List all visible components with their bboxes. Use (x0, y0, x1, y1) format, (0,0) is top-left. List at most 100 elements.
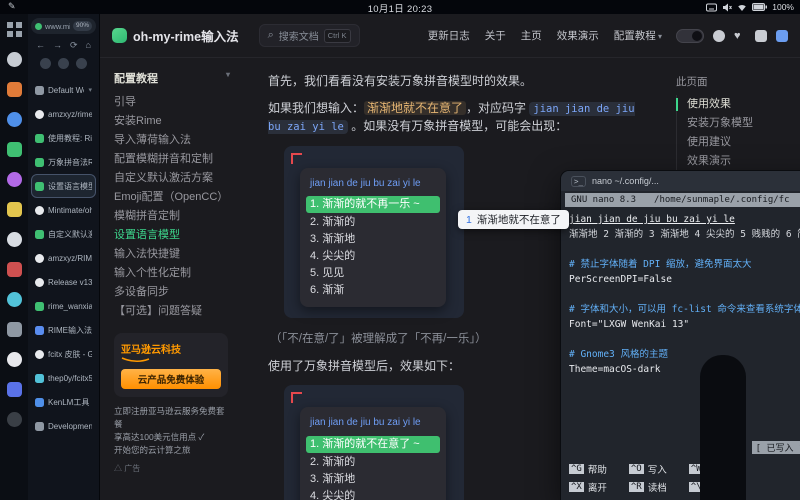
ime-candidate-selected: 1. 渐渐的就不在意了 ~ (306, 436, 440, 453)
terminal-window[interactable]: nano ~/.config/... GNU nano 8.3 /home/su… (560, 170, 800, 500)
nav-home[interactable]: 主页 (521, 28, 542, 43)
dock-app-icon[interactable] (7, 322, 22, 337)
dock-app-icon[interactable] (7, 292, 22, 307)
sidebar-item[interactable]: 导入薄荷输入法 (114, 131, 230, 150)
site-logo-icon (112, 28, 127, 43)
back-icon[interactable] (36, 40, 45, 51)
shortcut-label: 写入 (648, 462, 667, 476)
browser-tab[interactable]: Development an... (31, 414, 96, 438)
dock-app-icon[interactable] (7, 82, 22, 97)
config-line: Theme=macOS-dark (569, 362, 800, 377)
browser-tab[interactable]: KenLM工具 - 知... (31, 390, 96, 414)
chat-icon[interactable] (776, 30, 788, 42)
volume-muted-icon[interactable] (722, 3, 732, 12)
ime-candidate-window: jian jian de jiu bu zai yi le 1. 渐渐的就不在意… (300, 407, 446, 500)
dock-app-icon[interactable] (7, 412, 22, 427)
tab-title: 万象拼音法RIME... (48, 157, 92, 168)
sidebar-item[interactable]: 配置模糊拼音和定制 (114, 150, 230, 169)
nano-statusbar: [ 已写入 11 行 ] (752, 441, 800, 454)
search-button[interactable]: 搜索文档 Ctrl K (259, 24, 360, 47)
nav-demo[interactable]: 效果演示 (557, 28, 599, 43)
system-clock[interactable]: 10月1日 20:23 (368, 1, 433, 15)
dock-app-icon[interactable] (7, 142, 22, 157)
browser-tab[interactable]: Mintimate/oh-my... (31, 198, 96, 222)
profile-avatar[interactable] (40, 58, 51, 69)
browser-tab[interactable]: amzxyz/rime_wa... (31, 102, 96, 126)
sidebar-item[interactable]: Emoji配置（OpenCC） (114, 188, 230, 207)
sponsor-heart-icon[interactable] (734, 30, 746, 42)
reload-icon[interactable] (70, 40, 78, 51)
theme-toggle[interactable] (676, 29, 704, 43)
tab-favicon (35, 302, 44, 311)
dock-app-icon[interactable] (7, 262, 22, 277)
nav-about[interactable]: 关于 (485, 28, 506, 43)
tab-favicon (35, 326, 44, 335)
tab-title: Development an... (48, 422, 92, 431)
outline-item-active[interactable]: 使用效果 (687, 95, 800, 114)
extensions-icon[interactable] (58, 58, 69, 69)
network-icon[interactable] (737, 3, 747, 12)
docs-header: oh-my-rime输入法 搜索文档 Ctrl K 更新日志 关于 主页 效果演… (100, 14, 800, 58)
ime-candidate: 2. 渐渐的 (310, 454, 436, 471)
github-icon[interactable] (713, 30, 725, 42)
ime-candidate: 2. 渐渐的 (310, 214, 436, 231)
browser-tab[interactable]: rime_wanxiang/... (31, 294, 96, 318)
sidebar-item[interactable]: 输入个性化定制 (114, 264, 230, 283)
outline-item[interactable]: 使用建议 (687, 133, 800, 152)
outline-title: 此页面 (676, 74, 800, 89)
browser-tab-active[interactable]: 设置语言模型... (31, 174, 96, 198)
dock-app-icon[interactable] (7, 232, 22, 247)
tab-title: rime_wanxiang/... (48, 302, 92, 311)
browser-tab[interactable]: thep0y/fcitx5-th... (31, 366, 96, 390)
sidebar-item[interactable]: 输入法快捷键 (114, 245, 230, 264)
sidebar-item[interactable]: 安装Rime (114, 112, 230, 131)
sync-icon[interactable] (76, 58, 87, 69)
nav-changelog[interactable]: 更新日志 (428, 28, 470, 43)
workspace-grid-icon[interactable] (7, 22, 22, 37)
dock-app-icon[interactable] (7, 112, 22, 127)
browser-tab[interactable]: Default Workspac... (31, 78, 96, 102)
nav-guide-menu[interactable]: 配置教程 (614, 28, 662, 43)
battery-percent: 100% (772, 2, 794, 12)
dock-app-icon[interactable] (7, 352, 22, 367)
outline-item[interactable]: 效果演示 (687, 152, 800, 171)
zoom-level[interactable]: 90% (73, 21, 92, 31)
dock-app-icon[interactable] (7, 172, 22, 187)
sidebar-item[interactable]: 【可选】问题答疑 (114, 302, 230, 321)
browser-tab[interactable]: 自定义默认激活... (31, 222, 96, 246)
tab-favicon (35, 350, 44, 359)
ime-candidate: 6. 渐渐 (310, 282, 436, 299)
shortcut-key: ^R (629, 482, 644, 492)
battery-icon[interactable] (752, 3, 767, 11)
activities-icon[interactable]: ✎ (8, 1, 16, 12)
sidebar-section-title[interactable]: 配置教程 (114, 70, 230, 86)
bilibili-icon[interactable] (755, 30, 767, 42)
search-placeholder: 搜索文档 (279, 28, 319, 43)
browser-tab[interactable]: 使用教程: Rime... (31, 126, 96, 150)
forward-icon[interactable] (53, 40, 62, 51)
dock-app-icon[interactable] (7, 52, 22, 67)
home-icon[interactable] (86, 40, 91, 51)
ime-candidate: 3. 渐渐地 (310, 231, 436, 248)
ad-card[interactable]: 亚马逊云科技 云产品免费体验 (114, 333, 228, 397)
dock-app-icon[interactable] (7, 202, 22, 217)
terminal-icon (571, 176, 586, 187)
outline-item[interactable]: 安装万象模型 (687, 114, 800, 133)
site-brand[interactable]: oh-my-rime输入法 (112, 26, 239, 45)
browser-tab[interactable]: fcitx 皮肤 - Goog... (31, 342, 96, 366)
browser-tab[interactable]: amzxyz/RIME-LM... (31, 246, 96, 270)
browser-tab[interactable]: Release v13.0.3... (31, 270, 96, 294)
sidebar-item[interactable]: 多设备同步 (114, 283, 230, 302)
address-bar[interactable]: www.mi... 90% (31, 18, 96, 34)
sidebar-item[interactable]: 模糊拼音定制 (114, 207, 230, 226)
sidebar-item[interactable]: 自定义默认激活方案 (114, 169, 230, 188)
dock-app-icon[interactable] (7, 382, 22, 397)
keyboard-tray-icon[interactable] (706, 3, 717, 12)
ad-brand: 亚马逊云科技 (121, 341, 221, 356)
sidebar-item[interactable]: 引导 (114, 93, 230, 112)
terminal-titlebar[interactable]: nano ~/.config/... (561, 171, 800, 191)
sidebar-item-active[interactable]: 设置语言模型 (114, 226, 230, 245)
browser-tab[interactable]: RIME输入法方案... (31, 318, 96, 342)
browser-tab[interactable]: 万象拼音法RIME... (31, 150, 96, 174)
ad-cta-button[interactable]: 云产品免费体验 (121, 369, 221, 389)
